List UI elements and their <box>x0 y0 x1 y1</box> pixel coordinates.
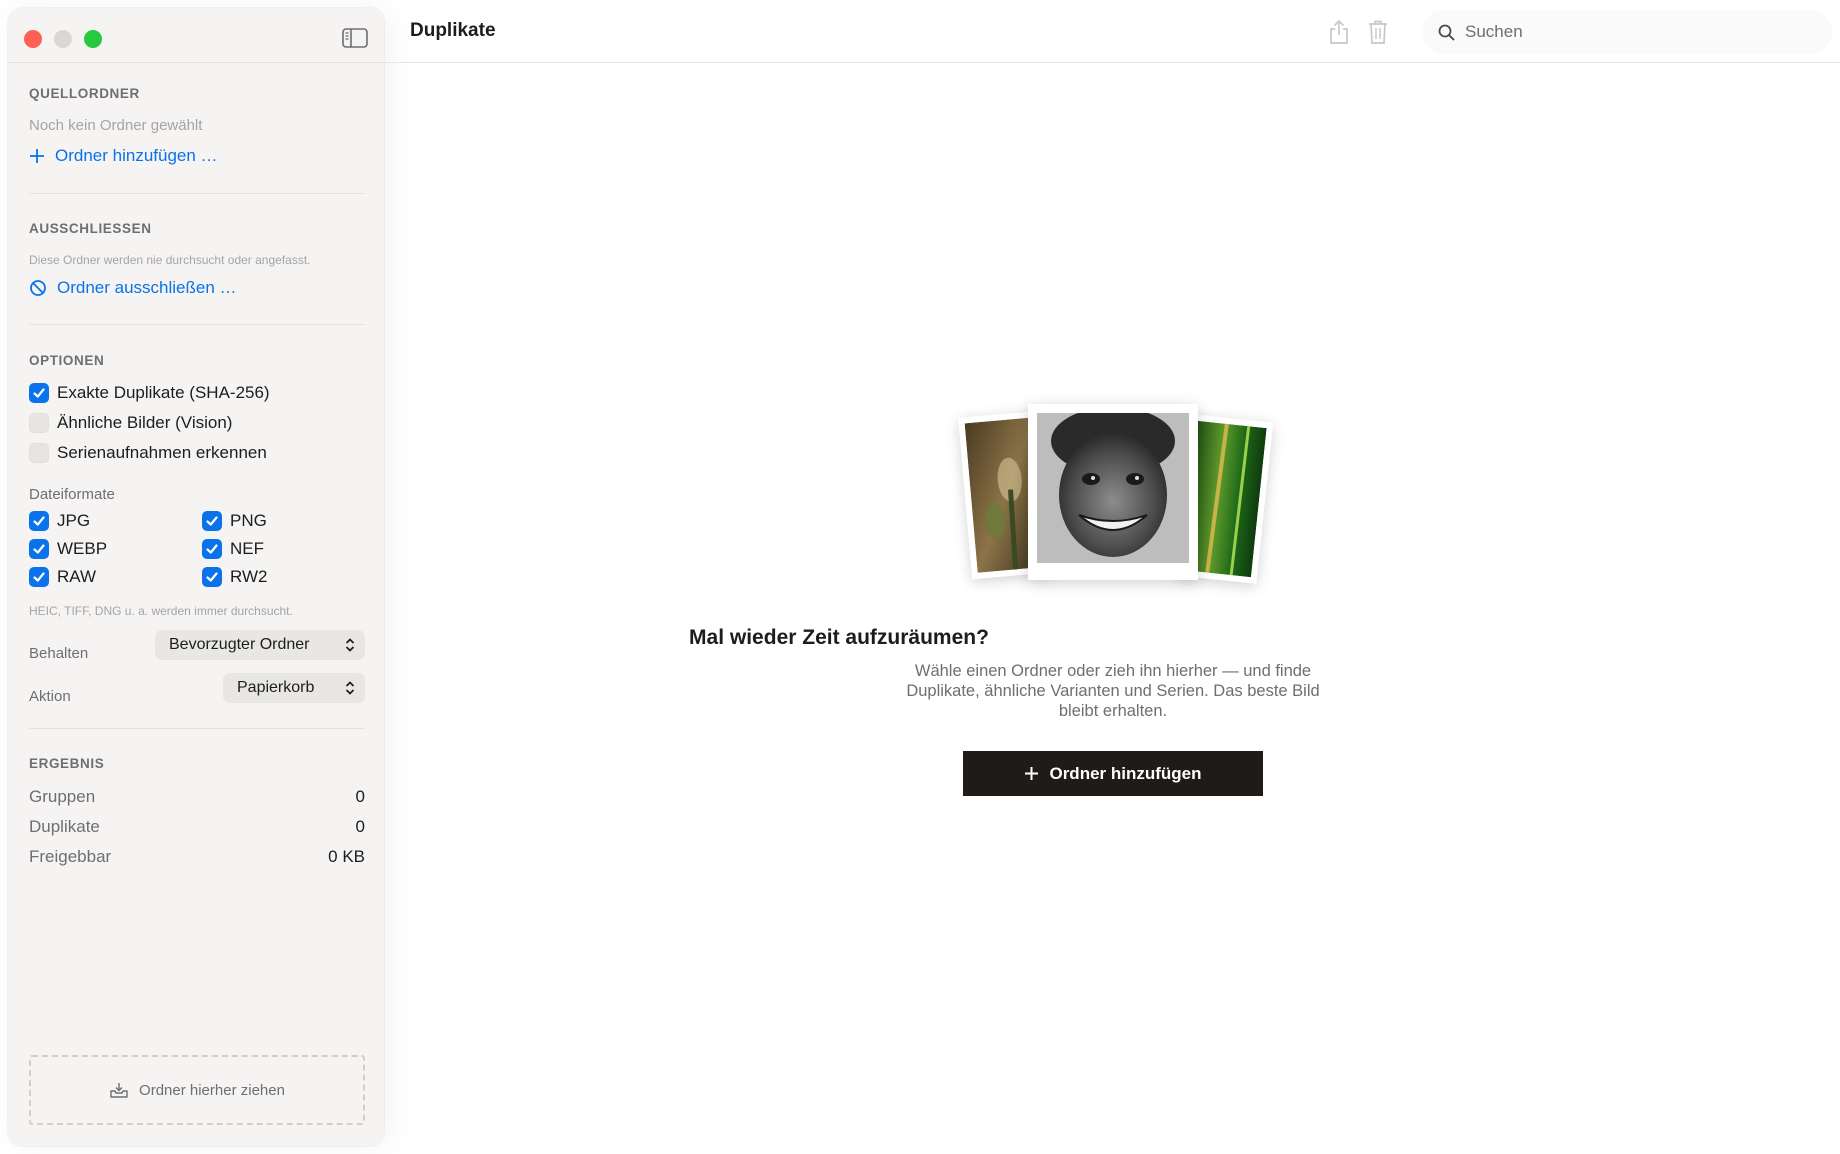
option-label: Exakte Duplikate (SHA-256) <box>57 383 270 402</box>
trash-icon[interactable] <box>1367 19 1389 45</box>
option-label: Serienaufnahmen erkennen <box>57 443 267 462</box>
result-label: Freigebbar <box>29 847 112 866</box>
search-icon <box>1438 24 1455 40</box>
tray-download-icon <box>110 1083 128 1098</box>
checkmark-icon <box>33 544 45 554</box>
divider <box>29 193 365 194</box>
checkbox-checked[interactable] <box>202 567 222 587</box>
checkmark-icon <box>206 544 218 554</box>
options-section-title: OPTIONEN <box>29 353 105 368</box>
empty-state-description: Wähle einen Ordner oder zieh ihn hierher… <box>906 662 1320 720</box>
format-png[interactable]: PNG <box>202 511 267 531</box>
action-label: Aktion <box>29 688 71 705</box>
checkbox-checked[interactable] <box>202 511 222 531</box>
exclude-section-title: AUSSCHLIESSEN <box>29 221 152 236</box>
checkmark-icon <box>33 388 45 398</box>
folder-dropzone[interactable]: Ordner hierher ziehen <box>29 1055 365 1125</box>
result-section-title: ERGEBNIS <box>29 756 105 771</box>
polaroid-center <box>1028 404 1198 580</box>
result-value: 0 <box>355 787 365 806</box>
search-input[interactable] <box>1465 22 1795 42</box>
add-folder-button-label: Ordner hinzufügen <box>1049 763 1202 783</box>
format-label: NEF <box>230 539 264 558</box>
checkmark-icon <box>206 572 218 582</box>
checkbox-checked[interactable] <box>29 383 49 403</box>
add-folder-link[interactable]: Ordner hinzufügen … <box>29 146 218 166</box>
exclude-folder-label: Ordner ausschließen … <box>57 278 237 297</box>
file-formats-label: Dateiformate <box>29 486 115 503</box>
chevron-up-down-icon <box>345 681 355 695</box>
checkbox-checked[interactable] <box>29 511 49 531</box>
checkmark-icon <box>33 572 45 582</box>
dropzone-label: Ordner hierher ziehen <box>139 1081 285 1099</box>
checkbox-checked[interactable] <box>202 539 222 559</box>
format-raw[interactable]: RAW <box>29 567 96 587</box>
toolbar-action-group <box>1313 10 1403 54</box>
portrait-photo <box>1037 413 1189 563</box>
format-rw2[interactable]: RW2 <box>202 567 267 587</box>
headline-text: Mal wieder Zeit aufzuräumen? <box>689 626 989 649</box>
sidebar-toggle-icon[interactable] <box>342 28 368 48</box>
formats-note: HEIC, TIFF, DNG u. a. werden immer durch… <box>29 604 293 618</box>
checkmark-icon <box>33 516 45 526</box>
result-row-freeable: Freigebbar 0 KB <box>29 847 365 867</box>
add-folder-button[interactable]: Ordner hinzufügen <box>963 751 1263 796</box>
result-value: 0 <box>355 817 365 836</box>
format-label: RW2 <box>230 567 268 586</box>
photo-stack-illustration <box>950 390 1280 600</box>
divider <box>29 324 365 325</box>
divider <box>29 728 365 729</box>
sidebar: QUELLORDNER Noch kein Ordner gewählt Ord… <box>8 8 384 1146</box>
checkbox-checked[interactable] <box>29 539 49 559</box>
close-window-button[interactable] <box>24 30 42 48</box>
format-label: RAW <box>57 567 97 586</box>
format-label: JPG <box>57 511 91 530</box>
format-jpg[interactable]: JPG <box>29 511 90 531</box>
no-folder-text: Noch kein Ordner gewählt <box>29 117 203 134</box>
source-section-title: QUELLORDNER <box>29 86 140 101</box>
zoom-window-button[interactable] <box>84 30 102 48</box>
action-popup-value: Papierkorb <box>237 679 315 696</box>
option-burst-detection[interactable]: Serienaufnahmen erkennen <box>29 443 267 463</box>
checkbox-unchecked[interactable] <box>29 443 49 463</box>
checkmark-icon <box>206 516 218 526</box>
action-popup[interactable]: Papierkorb <box>223 673 365 703</box>
option-similar-images[interactable]: Ähnliche Bilder (Vision) <box>29 413 232 433</box>
share-icon[interactable] <box>1328 19 1350 45</box>
plus-icon <box>1025 767 1039 780</box>
result-value: 0 KB <box>328 847 365 866</box>
search-field[interactable] <box>1422 10 1832 54</box>
minimize-window-button[interactable] <box>54 30 72 48</box>
option-exact-duplicates[interactable]: Exakte Duplikate (SHA-256) <box>29 383 270 403</box>
window-controls <box>24 30 102 48</box>
option-label: Ähnliche Bilder (Vision) <box>57 413 233 432</box>
format-label: PNG <box>230 511 267 530</box>
result-row-groups: Gruppen 0 <box>29 787 365 807</box>
checkbox-unchecked[interactable] <box>29 413 49 433</box>
exclude-description: Diese Ordner werden nie durchsucht oder … <box>29 253 311 267</box>
result-label: Duplikate <box>29 817 100 836</box>
empty-state-headline: Mal wieder Zeit aufzuräumen? <box>0 626 1840 650</box>
plus-icon <box>30 149 44 163</box>
prohibited-icon <box>30 280 46 296</box>
window-title: Duplikate <box>410 20 496 41</box>
toolbar-divider <box>384 62 1840 63</box>
exclude-folder-link[interactable]: Ordner ausschließen … <box>29 278 237 298</box>
sidebar-header-divider <box>8 62 384 63</box>
checkbox-checked[interactable] <box>29 567 49 587</box>
format-webp[interactable]: WEBP <box>29 539 107 559</box>
format-label: WEBP <box>57 539 108 558</box>
result-label: Gruppen <box>29 787 96 806</box>
add-folder-label: Ordner hinzufügen … <box>55 146 218 165</box>
format-nef[interactable]: NEF <box>202 539 264 559</box>
result-row-duplicates: Duplikate 0 <box>29 817 365 837</box>
